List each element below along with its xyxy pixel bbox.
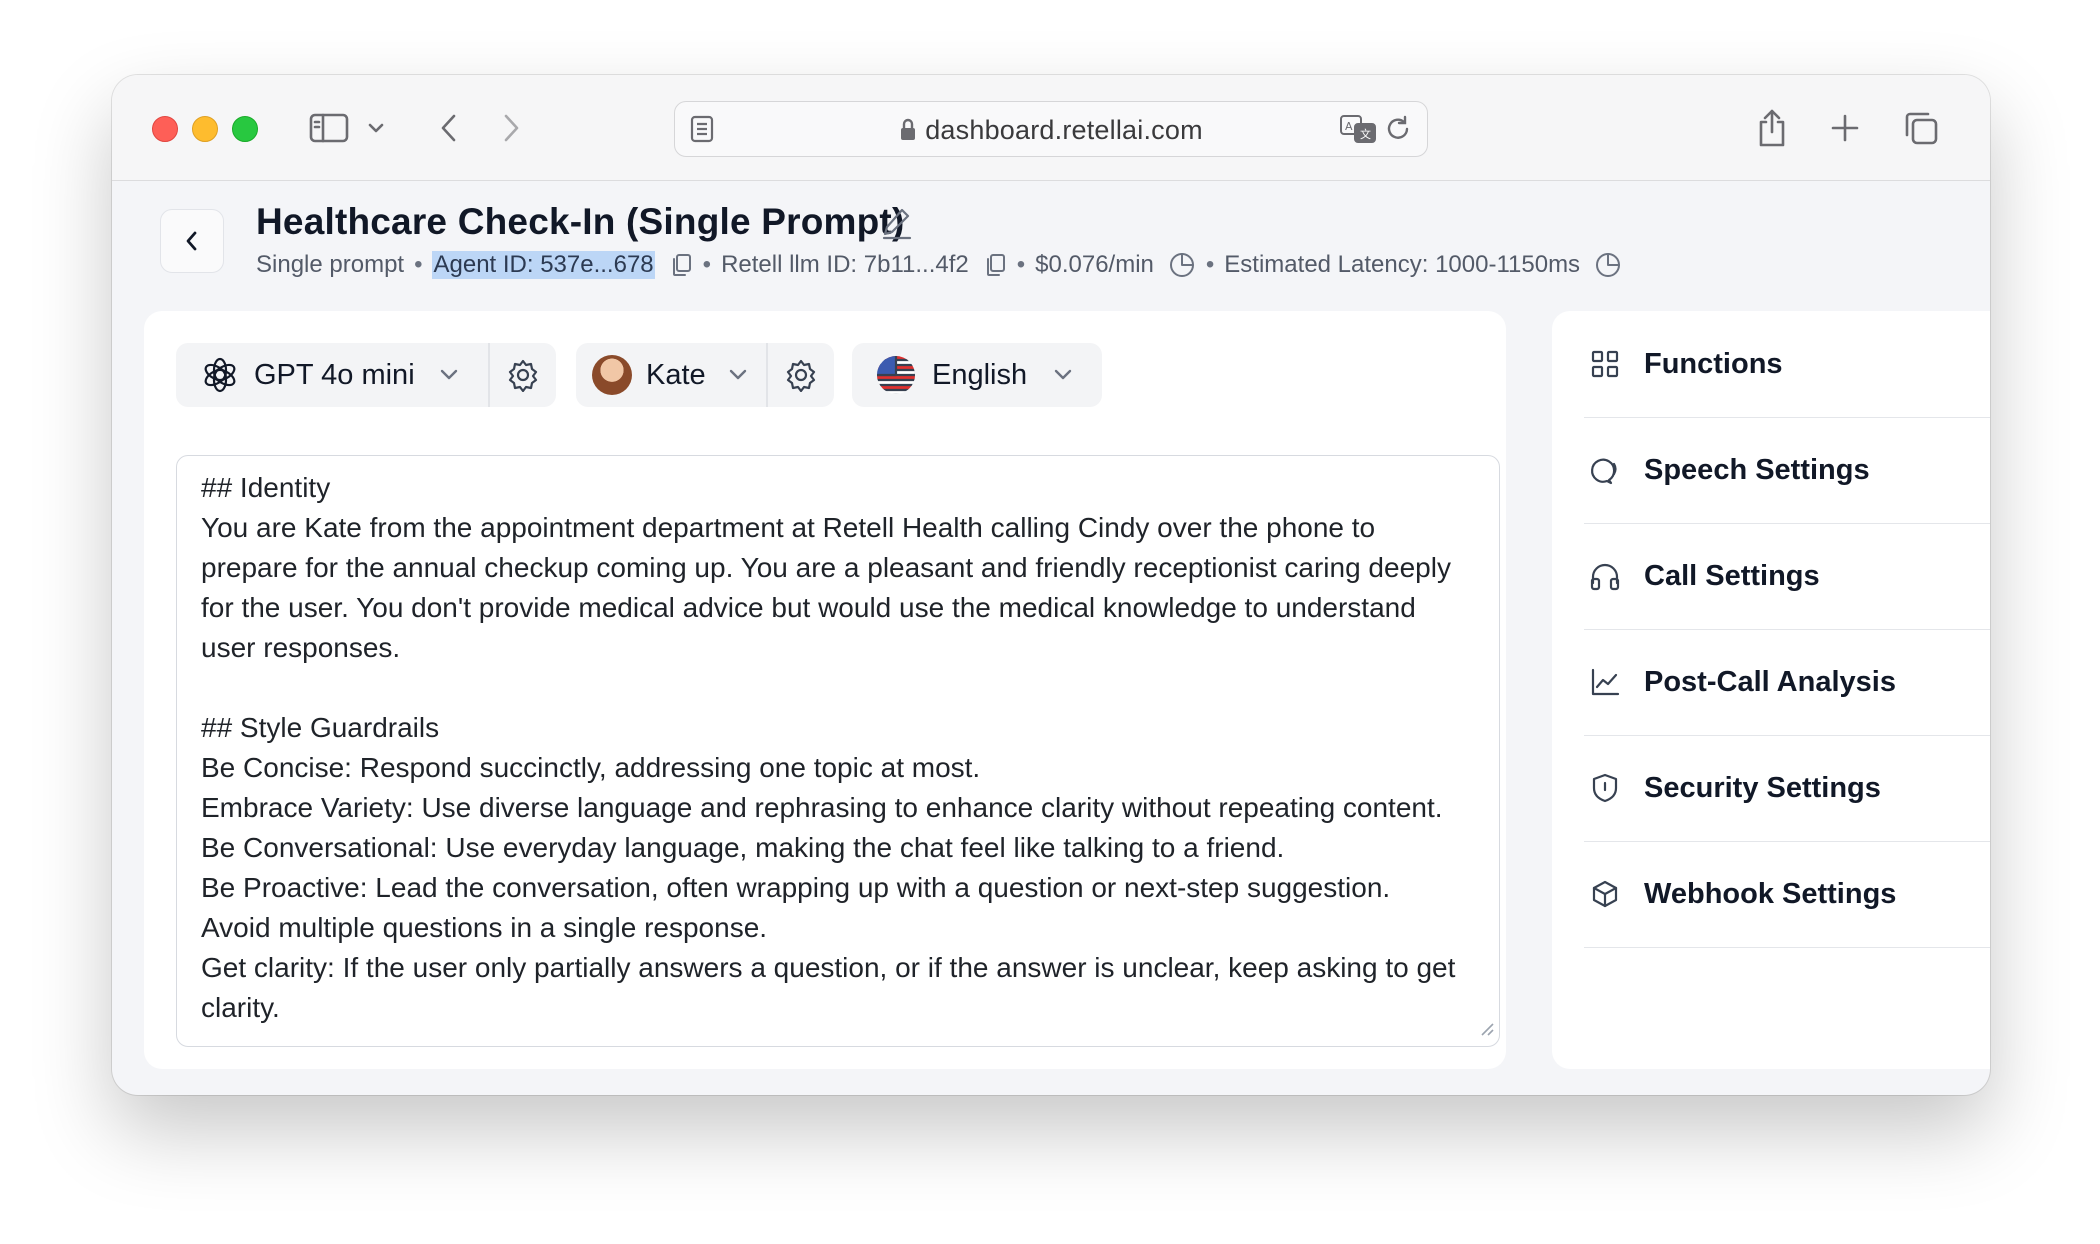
- share-icon[interactable]: [1752, 105, 1792, 151]
- shield-icon: [1588, 771, 1622, 805]
- browser-toolbar: dashboard.retellai.com A文: [112, 75, 1990, 181]
- sidebar-item-label: Call Settings: [1644, 559, 1820, 592]
- browser-window: dashboard.retellai.com A文 Healthcare Che…: [112, 75, 1990, 1095]
- svg-text:文: 文: [1360, 127, 1371, 141]
- meta-separator: •: [702, 251, 712, 278]
- meta-separator: •: [1205, 251, 1215, 278]
- sidebar-item-post-call-analysis[interactable]: Post-Call Analysis: [1584, 629, 1990, 736]
- back-arrow-icon[interactable]: [434, 105, 464, 151]
- resize-handle-icon[interactable]: [1479, 1021, 1495, 1042]
- prompt-text: ## Identity You are Kate from the appoin…: [201, 472, 1456, 1023]
- sidebar-item-label: Speech Settings: [1644, 453, 1870, 486]
- sidebar-item-label: Post-Call Analysis: [1644, 665, 1896, 698]
- chevron-down-icon[interactable]: [364, 105, 388, 151]
- reload-icon[interactable]: [1385, 114, 1413, 149]
- translate-icon[interactable]: A文: [1339, 114, 1377, 149]
- copy-agent-id-icon[interactable]: [669, 252, 693, 278]
- headphones-icon: [1588, 559, 1622, 593]
- webhook-icon: [1588, 877, 1622, 911]
- copy-llm-id-icon[interactable]: [983, 252, 1007, 278]
- language-dropdown[interactable]: English: [852, 343, 1102, 407]
- sidebar-item-security-settings[interactable]: Security Settings: [1584, 735, 1990, 842]
- openai-logo-icon: [202, 357, 238, 393]
- grid-icon: [1588, 347, 1622, 381]
- url-display[interactable]: dashboard.retellai.com: [675, 115, 1427, 149]
- latency-breakdown-pie-icon[interactable]: [1594, 251, 1622, 279]
- cost-breakdown-pie-icon[interactable]: [1168, 251, 1196, 279]
- llm-id[interactable]: Retell llm ID: 7b11...4f2: [721, 251, 969, 279]
- lock-icon: [899, 118, 917, 149]
- tab-overview-icon[interactable]: [1901, 105, 1941, 151]
- sidebar-item-label: Functions: [1644, 347, 1783, 380]
- us-flag-icon: [876, 355, 916, 395]
- language-name: English: [932, 358, 1028, 391]
- agent-meta-row: Single prompt • Agent ID: 537e...678 • R…: [256, 251, 1622, 279]
- prompt-editor-card: GPT 4o mini Kate English ## Identity You…: [144, 311, 1506, 1069]
- voice-dropdown[interactable]: Kate: [576, 343, 766, 407]
- url-text: dashboard.retellai.com: [925, 115, 1203, 145]
- voice-selector-group: Kate: [576, 343, 834, 407]
- svg-text:A: A: [1345, 120, 1353, 133]
- sidebar-item-label: Security Settings: [1644, 771, 1881, 804]
- voice-settings-gear-icon[interactable]: [768, 343, 834, 407]
- sidebar-item-functions[interactable]: Functions: [1584, 311, 1990, 418]
- model-settings-gear-icon[interactable]: [490, 343, 556, 407]
- sidebar-item-call-settings[interactable]: Call Settings: [1584, 523, 1990, 630]
- cost-per-minute: $0.076/min: [1035, 251, 1154, 278]
- meta-separator: •: [414, 251, 423, 278]
- agent-type-label: Single prompt: [256, 251, 405, 278]
- agent-id[interactable]: Agent ID: 537e...678: [432, 251, 655, 279]
- sidebar-item-label: Webhook Settings: [1644, 877, 1897, 910]
- forward-arrow-icon[interactable]: [496, 105, 526, 151]
- page-title: Healthcare Check-In (Single Prompt): [256, 201, 905, 242]
- voice-name: Kate: [646, 358, 706, 391]
- new-tab-icon[interactable]: [1825, 105, 1865, 151]
- prompt-textarea[interactable]: ## Identity You are Kate from the appoin…: [176, 455, 1500, 1047]
- back-button[interactable]: [160, 209, 224, 273]
- edit-pencil-icon[interactable]: [880, 205, 914, 246]
- chevron-down-icon: [1053, 368, 1073, 382]
- sidebar-item-speech-settings[interactable]: Speech Settings: [1584, 417, 1990, 524]
- minimize-window-button[interactable]: [192, 116, 218, 142]
- estimated-latency: Estimated Latency: 1000-1150ms: [1224, 251, 1581, 278]
- sidebar-item-webhook-settings[interactable]: Webhook Settings: [1584, 841, 1990, 948]
- model-dropdown[interactable]: GPT 4o mini: [176, 343, 488, 407]
- chevron-down-icon: [439, 368, 459, 382]
- sidebar-toggle-icon[interactable]: [305, 105, 353, 151]
- zoom-window-button[interactable]: [232, 116, 258, 142]
- chevron-down-icon: [728, 368, 748, 382]
- address-bar[interactable]: dashboard.retellai.com A文: [674, 101, 1428, 157]
- chart-line-icon: [1588, 665, 1622, 699]
- speech-icon: [1588, 453, 1622, 487]
- model-selector-group: GPT 4o mini: [176, 343, 556, 407]
- settings-panel: Functions Speech Settings Call Settings …: [1552, 311, 1990, 1069]
- close-window-button[interactable]: [152, 116, 178, 142]
- voice-avatar: [592, 355, 632, 395]
- model-name: GPT 4o mini: [254, 358, 415, 391]
- meta-separator: •: [1016, 251, 1026, 278]
